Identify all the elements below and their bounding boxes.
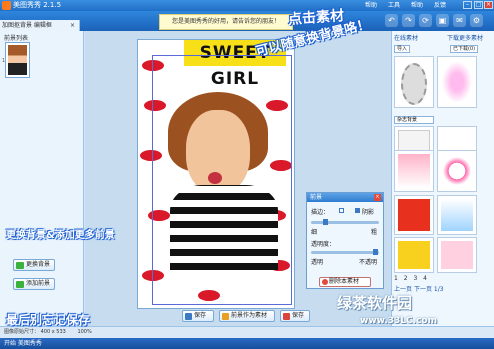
close-icon[interactable]: × [484,1,493,9]
import-button[interactable]: 导入 [394,45,411,53]
foreground-thumb-image [8,45,27,75]
tab-cutout-editor[interactable]: 加图抠背景 编辑框 × [0,20,80,31]
material-thumb[interactable] [394,56,434,108]
foreground-thumbnail[interactable] [5,42,30,78]
taskbar-text[interactable]: 开始 美图秀秀 [4,340,42,347]
tab-close-icon[interactable]: × [70,21,75,30]
link-download-more[interactable]: 下载更多素材 [447,34,483,43]
tab-online-material[interactable]: 在线素材 [394,34,418,43]
annotation-add-foreground: 更换背景&添加更多前景 [6,230,115,241]
title-bar: 美图秀秀 2.1.5 帮助 工具 帮助 反馈 – □ × [0,0,494,11]
app-logo-icon [2,1,11,10]
dialog-title: 前景 [307,193,383,202]
edge-checkbox[interactable] [339,208,344,213]
opacity-label: 透明度： [311,241,336,248]
downloaded-button[interactable]: 已下载(0) [450,45,479,53]
compose-label: 保存 [292,312,305,319]
material-thumb[interactable] [437,195,477,235]
delete-material-button[interactable]: 删除本素材 [319,277,371,287]
os-taskbar: 开始 美图秀秀 [0,338,494,349]
replace-background-button[interactable]: 更换背景 [13,259,55,271]
thick-label: 粗 [371,229,378,236]
notice-banner: 您是美图秀秀的好用，请告诉您的朋友！ [159,14,293,30]
save-foreground-as-material-button[interactable]: 前景作为素材 [219,310,275,322]
undo-icon[interactable]: ↶ [385,14,398,27]
window-title: 美图秀秀 2.1.5 [13,1,62,9]
menu-help-2[interactable]: 帮助 [411,1,423,10]
material-thumb[interactable] [437,150,477,192]
slider-knob[interactable] [323,219,328,225]
add-foreground-label: 添加前景 [26,280,51,287]
menu-help[interactable]: 帮助 [365,1,377,10]
watermark-url: www.33LC.com [360,316,437,326]
compose-icon [283,313,290,320]
refresh-icon[interactable]: ⟳ [419,14,432,27]
transparent-label: 透明 [311,259,324,266]
disk-icon [185,313,192,320]
edge-width-slider[interactable] [311,219,379,225]
replace-background-label: 更换背景 [26,261,51,268]
delete-label: 删除本素材 [329,278,360,285]
foreground-property-dialog: 前景 × 描边： 阴影 细 粗 透明度： 透明 不透明 删除本素材 [306,192,384,289]
material-thumb[interactable] [394,237,434,273]
status-label: 图像原始尺寸： [4,329,40,335]
save-foreground-label: 前景作为素材 [231,312,268,319]
tab-label: 加图抠背景 编辑框 [2,22,52,29]
dialog-close-icon[interactable]: × [374,194,381,201]
annotation-remember-save: 最后别忘记保存 [6,313,91,327]
delete-icon [322,279,328,285]
shadow-checkbox[interactable] [355,208,360,213]
image-size: 400 x 533 [40,329,66,335]
foreground-selection-box[interactable] [152,55,292,305]
settings-icon[interactable]: ⚙ [470,14,483,27]
next-page-link[interactable]: 下一页 [414,286,432,293]
edge-label: 描边： [311,209,330,216]
save-label: 保存 [194,312,207,319]
material-thumb[interactable] [437,237,477,273]
material-thumb[interactable] [394,150,434,192]
opaque-label: 不透明 [359,259,378,266]
compose-button[interactable]: 保存 [280,310,310,322]
opacity-slider[interactable] [311,249,379,255]
menu-tools[interactable]: 工具 [388,1,400,10]
maximize-icon[interactable]: □ [474,1,483,9]
image-icon [16,262,24,269]
save-icon[interactable]: ▣ [436,14,449,27]
share-icon[interactable]: ✉ [453,14,466,27]
star-icon [222,313,229,320]
add-image-icon [16,281,24,288]
page-numbers[interactable]: 1 2 3 4 [394,275,429,282]
add-foreground-button[interactable]: 添加前景 [13,278,55,290]
thin-label: 细 [311,229,318,236]
slider-knob[interactable] [373,249,378,255]
material-thumb[interactable] [437,56,477,108]
watermark-brand: 绿茶软件园 [337,294,413,312]
page-info: 1/3 [433,286,444,293]
save-button[interactable]: 保存 [182,310,214,322]
zoom-level: 100% [77,329,92,335]
category-select[interactable]: 杂志背景 [394,116,434,124]
foreground-list-title: 前景列表 [4,35,29,42]
shadow-label: 阴影 [362,209,375,216]
minimize-icon[interactable]: – [463,1,472,9]
material-thumb[interactable] [394,195,434,235]
menu-feedback[interactable]: 反馈 [434,1,446,10]
redo-icon[interactable]: ↷ [402,14,415,27]
